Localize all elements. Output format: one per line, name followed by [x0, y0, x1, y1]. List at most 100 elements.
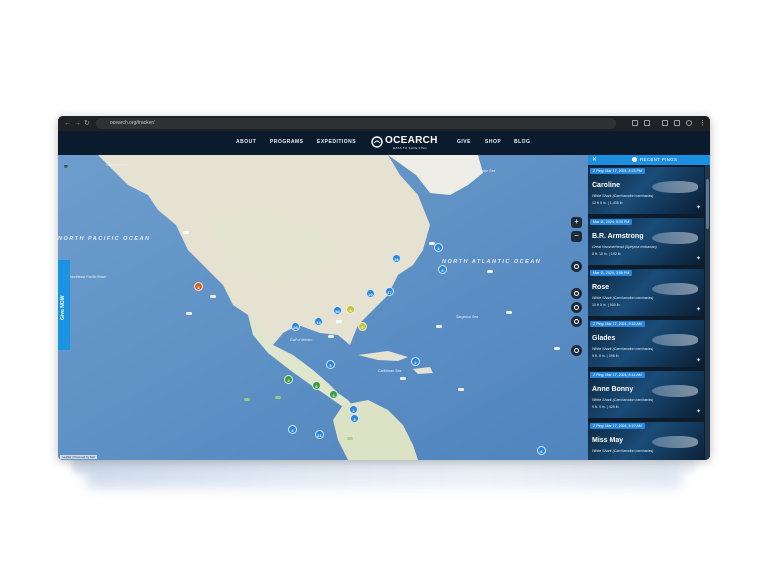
cluster-marker[interactable]: 6	[537, 446, 546, 455]
back-icon[interactable]: ←	[64, 119, 71, 128]
ping-time: Mar 11, 2024, 3:58 PM	[590, 270, 633, 276]
shark-marker-icon[interactable]	[244, 398, 250, 401]
cluster-marker[interactable]: 5	[326, 360, 335, 369]
shark-stats: 10 ft 5 in. | 500 lb	[592, 303, 620, 307]
shark-marker-icon[interactable]	[275, 396, 281, 399]
shark-marker-icon[interactable]	[487, 270, 493, 273]
tracker-icon: ✦	[695, 205, 701, 211]
shark-marker-icon[interactable]	[183, 231, 189, 234]
shark-name: B.R. Armstrong	[592, 233, 644, 240]
shark-marker-icon[interactable]	[328, 335, 334, 338]
label-sargasso-sea: Sargasso Sea	[456, 315, 478, 319]
ping-time: Z Ping: Mar 17, 2024, 6:19 AM	[590, 423, 645, 429]
bookmark-icon[interactable]	[632, 120, 638, 126]
recent-pings-panel: ✕ RECENT PINGS Z Ping: Mar 17, 2024, 8:2…	[588, 155, 710, 460]
ping-card[interactable]: Mar 11, 2024, 5:30 PM B.R. Armstrong Gre…	[588, 218, 704, 265]
profile-icon[interactable]	[686, 120, 692, 126]
cluster-marker[interactable]: 10	[366, 289, 375, 298]
cluster-marker[interactable]: 6	[312, 381, 321, 390]
menu-icon[interactable]: ⋮	[699, 119, 706, 128]
cluster-marker[interactable]: 3	[284, 375, 293, 384]
panel-header: ✕ RECENT PINGS	[588, 155, 710, 165]
shark-photo	[652, 283, 698, 295]
shark-marker-icon[interactable]	[186, 312, 192, 315]
shark-photo	[652, 385, 698, 397]
shark-marker-icon[interactable]	[429, 242, 435, 245]
ping-card[interactable]: Z Ping: Mar 17, 2024, 8:14 AM Anne Bonny…	[588, 371, 704, 418]
share-icon[interactable]: ⚭	[63, 163, 69, 171]
locate-icon[interactable]	[571, 261, 582, 272]
cluster-marker[interactable]: 5	[358, 322, 367, 331]
extension-icon[interactable]	[644, 120, 650, 126]
shark-stats: 8 ft. 10 in. | 192 lb	[592, 252, 621, 256]
shark-marker-icon[interactable]	[554, 347, 560, 350]
nav-give[interactable]: GIVE	[457, 139, 471, 145]
cluster-marker[interactable]: 4	[194, 282, 203, 291]
cluster-marker[interactable]: 13	[314, 317, 323, 326]
shark-marker-icon[interactable]	[458, 388, 464, 391]
zoom-in-button[interactable]: +	[571, 217, 582, 228]
map-attribution[interactable]: Leaflet | Powered by Esri	[60, 455, 98, 459]
cluster-marker[interactable]: 5	[438, 265, 447, 274]
reload-icon[interactable]: ↻	[84, 119, 90, 128]
cluster-marker[interactable]: 21	[315, 430, 324, 439]
shark-marker-icon[interactable]	[400, 377, 406, 380]
nav-expeditions[interactable]: EXPEDITIONS	[317, 139, 356, 145]
cluster-marker[interactable]: 2	[349, 405, 358, 414]
label-labrador-sea: Labrador Sea	[474, 169, 496, 173]
shark-name: Rose	[592, 284, 610, 291]
nav-blog[interactable]: BLOG	[514, 139, 530, 145]
cluster-marker[interactable]: 3	[329, 390, 338, 399]
forward-icon[interactable]: →	[74, 119, 81, 128]
give-now-tab[interactable]: Give NOW	[58, 260, 70, 350]
scrollbar-thumb[interactable]	[706, 179, 709, 229]
shark-species: White Shark (Carcharodon carcharias)	[592, 347, 654, 351]
ping-card[interactable]: Z Ping: Mar 17, 2024, 8:23 PM Caroline W…	[588, 167, 704, 214]
shark-name: Caroline	[592, 182, 621, 189]
cluster-marker[interactable]: 3	[434, 243, 443, 252]
shark-photo	[652, 436, 698, 448]
cluster-marker[interactable]: 26	[291, 322, 300, 331]
give-now-label: Give NOW	[60, 295, 66, 320]
filter-icon[interactable]	[571, 302, 582, 313]
ping-card[interactable]: Z Ping: Mar 17, 2024, 9:15 AM Glades Whi…	[588, 320, 704, 367]
zoom-out-button[interactable]: −	[571, 231, 582, 242]
cluster-marker[interactable]: 2	[411, 357, 420, 366]
address-bar[interactable]: ocearch.org/tracker/	[96, 118, 616, 129]
layers-icon[interactable]	[571, 288, 582, 299]
cluster-marker[interactable]: 3	[350, 414, 359, 423]
download-icon[interactable]	[662, 120, 668, 126]
tracker-icon: ✦	[695, 307, 701, 313]
compass-icon[interactable]	[571, 345, 582, 356]
shark-species: White Shark (Carcharodon carcharias)	[592, 449, 654, 453]
nav-programs[interactable]: PROGRAMS	[270, 139, 303, 145]
ping-time: Mar 11, 2024, 5:30 PM	[590, 219, 633, 225]
shark-photo	[652, 334, 698, 346]
shark-marker-icon[interactable]	[347, 437, 353, 440]
panel-scrollbar[interactable]	[705, 165, 710, 460]
shark-marker-icon[interactable]	[506, 311, 512, 314]
sidepanel-icon[interactable]	[674, 120, 680, 126]
cluster-marker[interactable]: 56	[333, 306, 342, 315]
ping-time: Z Ping: Mar 17, 2024, 8:14 AM	[590, 372, 645, 378]
cluster-marker[interactable]: 8	[346, 305, 355, 314]
nav-about[interactable]: ABOUT	[236, 139, 256, 145]
cluster-marker[interactable]: 26	[392, 254, 401, 263]
site-navbar: ABOUT PROGRAMS EXPEDITIONS OCEARCH DATA …	[58, 131, 710, 155]
cluster-marker[interactable]: 17	[385, 287, 394, 296]
shark-marker-icon[interactable]	[210, 295, 216, 298]
ping-card[interactable]: Mar 11, 2024, 3:58 PM Rose White Shark (…	[588, 269, 704, 316]
nav-shop[interactable]: SHOP	[485, 139, 501, 145]
cluster-marker[interactable]: 2	[288, 425, 297, 434]
ping-card[interactable]: Z Ping: Mar 17, 2024, 6:19 AM Miss May W…	[588, 422, 704, 460]
shark-name: Miss May	[592, 437, 624, 444]
shark-name: Glades	[592, 335, 616, 342]
ocearch-logo[interactable]: OCEARCH DATA TO SAVE FISH	[371, 134, 445, 152]
close-icon[interactable]: ✕	[592, 156, 597, 164]
settings-icon[interactable]	[571, 316, 582, 327]
tracker-map[interactable]: NORTH PACIFIC OCEAN NORTH ATLANTIC OCEAN…	[58, 155, 588, 460]
window-shadow	[86, 462, 682, 488]
shark-marker-icon[interactable]	[436, 325, 442, 328]
shark-marker-icon[interactable]	[336, 320, 342, 323]
label-ne-pacific-basin: Northeast Pacific Basin	[70, 275, 107, 279]
